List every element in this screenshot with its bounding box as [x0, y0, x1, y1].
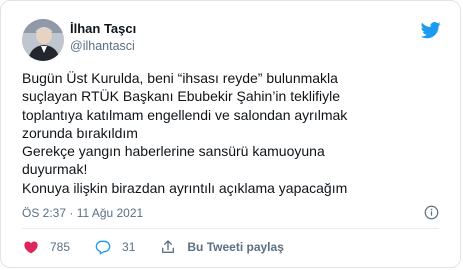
- divider: [22, 228, 439, 229]
- share-icon: [162, 240, 175, 253]
- like-button[interactable]: 785: [23, 239, 70, 255]
- tweet-line: zorunda bırakıldım: [22, 124, 138, 141]
- reply-icon: [95, 240, 111, 255]
- twitter-bird-icon[interactable]: [420, 20, 441, 40]
- share-button[interactable]: Bu Tweeti paylaş: [160, 239, 284, 255]
- tweet-text: Bugün Üst Kurulda, beni “ihsası reyde” b…: [22, 69, 447, 197]
- tweet-line: duyurmak!: [22, 161, 88, 178]
- action-bar: 785 31 Bu Tweeti paylaş: [23, 237, 284, 257]
- heart-icon: [24, 241, 38, 254]
- tweet-line: Gerekçe yangın haberlerine sansürü kamuo…: [22, 143, 325, 160]
- share-label: Bu Tweeti paylaş: [187, 240, 284, 254]
- avatar[interactable]: [22, 19, 64, 61]
- like-count: 785: [50, 240, 71, 254]
- tweet-line: Konuya ilişkin birazdan ayrıntılı açıkla…: [22, 179, 348, 196]
- tweet-card[interactable]: İlhan Taşcı @ilhantasci Bugün Üst Kuruld…: [0, 0, 461, 268]
- reply-count: 31: [122, 240, 136, 254]
- reply-button[interactable]: 31: [95, 239, 135, 255]
- tweet-line: Bugün Üst Kurulda, beni “ihsası reyde” b…: [22, 70, 338, 86]
- tweet-line: suçlayan RTÜK Başkanı Ebubekir Şahin’in …: [22, 88, 341, 105]
- display-name[interactable]: İlhan Taşcı: [70, 21, 136, 36]
- tweet-timestamp[interactable]: ÖS 2:37 · 11 Ağu 2021: [22, 206, 143, 220]
- tweet-line: toplantıya katılmam engellendi ve salond…: [22, 106, 348, 123]
- info-icon[interactable]: [424, 205, 439, 220]
- user-handle[interactable]: @ilhantasci: [70, 39, 135, 53]
